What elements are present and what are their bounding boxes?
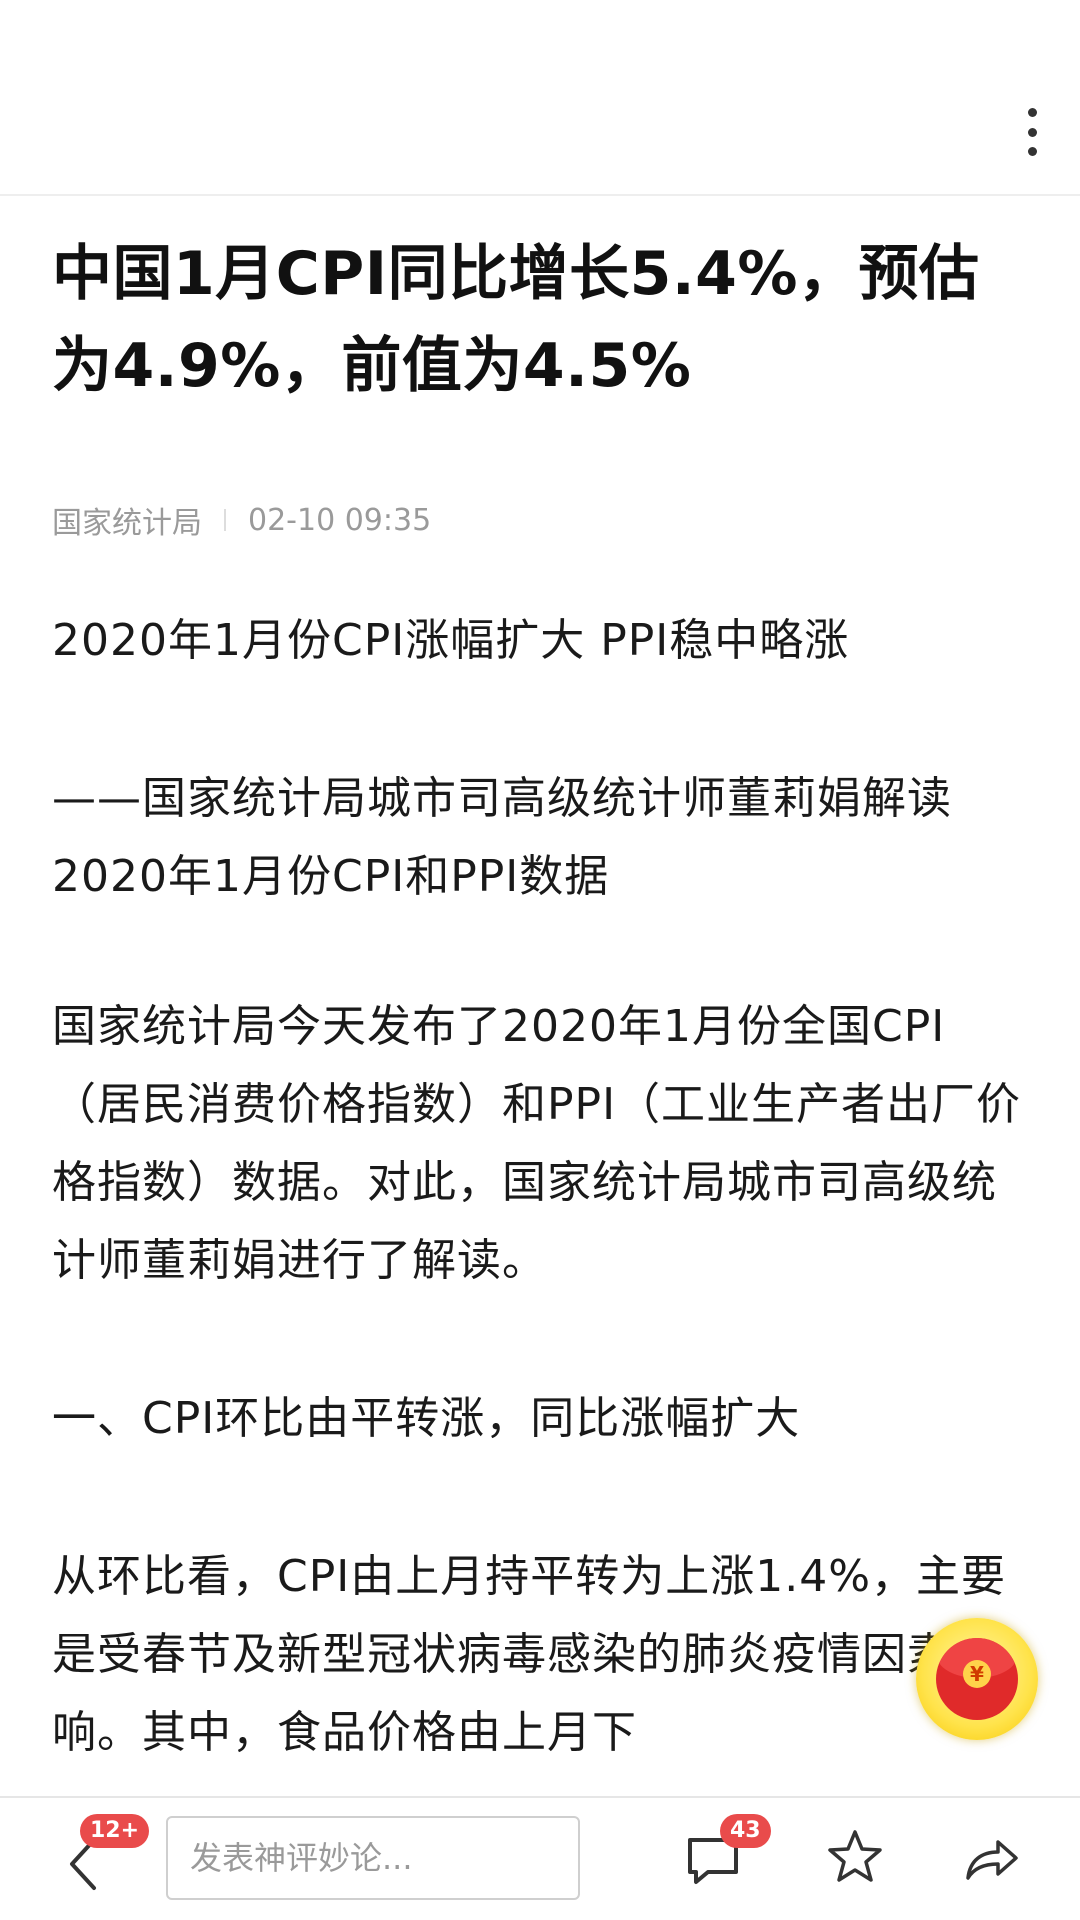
comment-input[interactable] <box>166 1816 580 1900</box>
share-icon <box>966 1840 1018 1880</box>
article-paragraph: 2020年1月份CPI涨幅扩大 PPI稳中略涨 <box>52 615 850 666</box>
comments-count-badge: 43 <box>720 1814 771 1848</box>
article-timestamp: 02-10 09:35 <box>248 502 432 538</box>
red-envelope-button[interactable]: ¥ <box>916 1618 1038 1740</box>
more-vertical-icon-dot-3 <box>1027 147 1037 156</box>
more-vertical-icon-dot-2 <box>1027 127 1037 137</box>
top-bar <box>0 0 1080 196</box>
article-headline: 中国1月CPI同比增长5.4%，预估为4.9%，前值为4.5% <box>52 239 980 401</box>
bottom-action-bar: 12+ 43 <box>0 1796 1080 1920</box>
meta-divider <box>224 509 226 531</box>
favorite-button[interactable] <box>824 1826 886 1888</box>
article-paragraph: 国家统计局今天发布了2020年1月份全国CPI（居民消费价格指数）和PPI（工业… <box>52 1001 1022 1286</box>
article-meta: 国家统计局 02-10 09:35 <box>52 498 1032 542</box>
unread-badge: 12+ <box>80 1814 150 1848</box>
article-body: 2020年1月份CPI涨幅扩大 PPI稳中略涨 ——国家统计局城市司高级统计师董… <box>52 602 1032 1772</box>
article-section-heading: 一、CPI环比由平转涨，同比涨幅扩大 <box>52 1393 801 1444</box>
share-button[interactable] <box>960 1828 1022 1890</box>
article-paragraph: ——国家统计局城市司高级统计师董莉娟解读2020年1月份CPI和PPI数据 <box>52 773 952 902</box>
article-source[interactable]: 国家统计局 <box>52 498 202 542</box>
coin-icon: ¥ <box>963 1660 991 1688</box>
red-envelope-icon: ¥ <box>936 1638 1018 1720</box>
star-icon <box>828 1830 882 1882</box>
more-vertical-icon <box>1027 108 1037 117</box>
article-paragraph: 从环比看，CPI由上月持平转为上涨1.4%，主要是受春节及新型冠状病毒感染的肺炎… <box>52 1551 1007 1758</box>
article: 中国1月CPI同比增长5.4%，预估为4.9%，前值为4.5% 国家统计局 02… <box>52 228 1032 1852</box>
more-options-button[interactable] <box>1012 100 1052 164</box>
